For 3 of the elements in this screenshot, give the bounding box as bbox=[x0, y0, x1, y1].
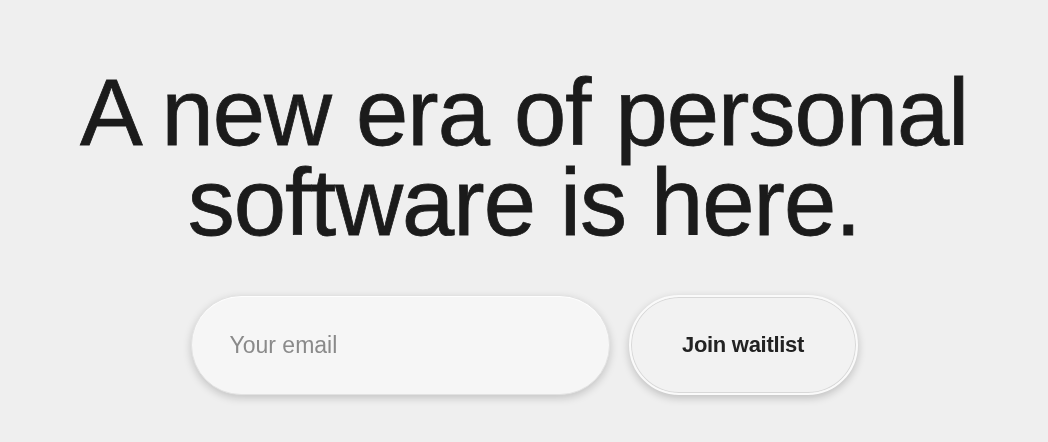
headline: A new era of personal software is here. bbox=[79, 68, 969, 248]
email-field[interactable]: Your email bbox=[190, 295, 610, 395]
join-waitlist-button[interactable]: Join waitlist bbox=[628, 295, 858, 395]
